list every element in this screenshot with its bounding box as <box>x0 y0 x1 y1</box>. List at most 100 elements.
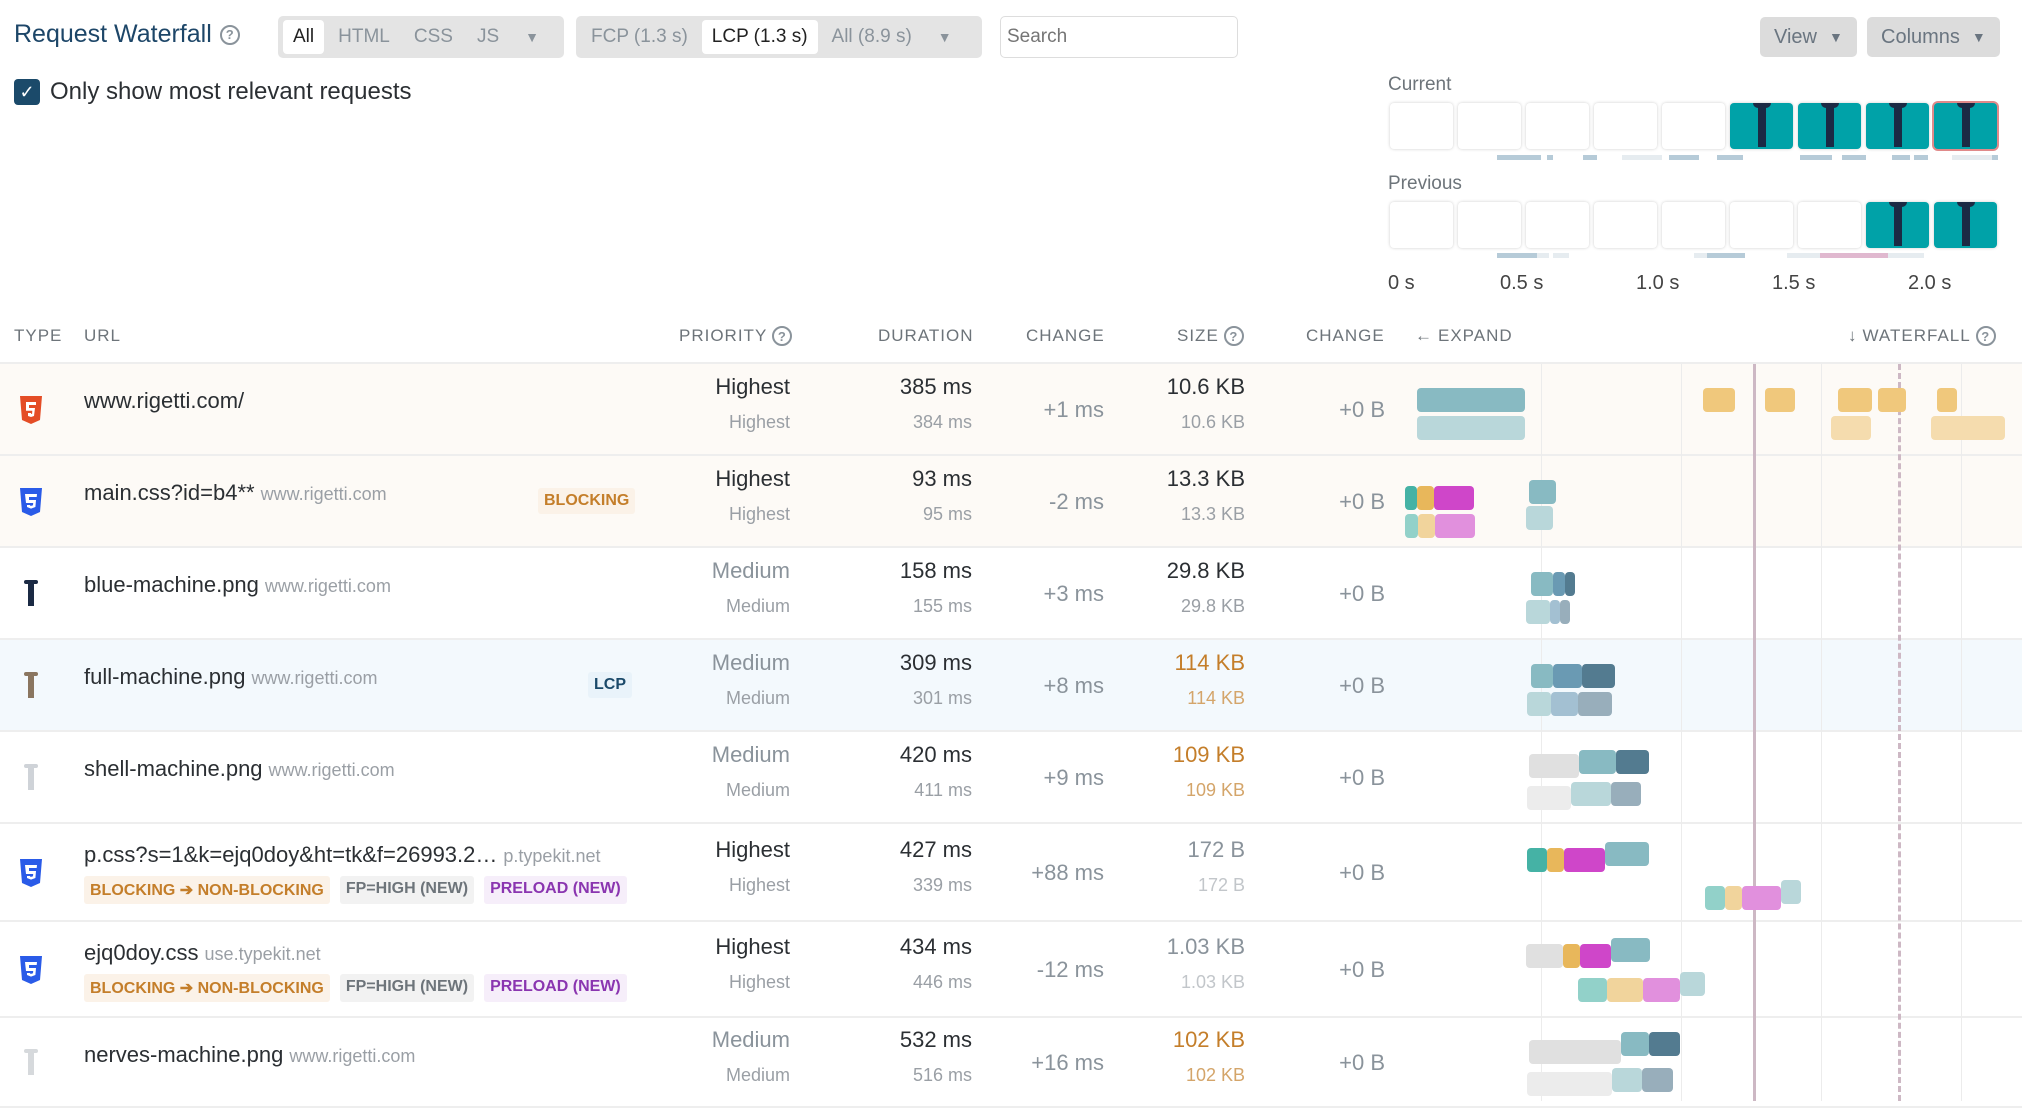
duration-previous: 384 ms <box>912 412 972 432</box>
columns-button[interactable]: Columns ▼ <box>1867 17 2000 57</box>
size-change: +0 B <box>1339 957 1385 982</box>
relevant-requests-checkbox[interactable]: ✓ Only show most relevant requests <box>14 78 412 106</box>
size-change: +0 B <box>1339 581 1385 606</box>
type-filter-js[interactable]: JS <box>467 20 509 54</box>
duration-change: -2 ms <box>1049 489 1104 514</box>
col-url[interactable]: URL <box>84 326 121 346</box>
col-priority[interactable]: PRIORITY? <box>679 326 793 346</box>
priority-previous: Medium <box>725 780 790 800</box>
request-url[interactable]: p.css?s=1&k=ejq0doy&ht=tk&f=26993.2… p.ty… <box>84 842 600 868</box>
type-filter-css[interactable]: CSS <box>404 20 463 54</box>
request-url[interactable]: nerves-machine.png www.rigetti.com <box>84 1042 415 1068</box>
table-row[interactable]: shell-machine.png www.rigetti.com Medium … <box>0 732 2022 824</box>
metric-filter-fcp[interactable]: FCP (1.3 s) <box>581 20 698 54</box>
blocking-badge: BLOCKING <box>538 488 636 514</box>
size-current: 1.03 KB <box>1166 934 1245 959</box>
filmstrip-frame[interactable] <box>1458 202 1521 248</box>
table-row[interactable]: full-machine.png www.rigetti.com LCP Mediu… <box>0 640 2022 732</box>
filmstrip-previous-label: Previous <box>1388 173 1462 194</box>
request-host: www.rigetti.com <box>289 1046 416 1066</box>
filmstrip-frame[interactable] <box>1934 202 1997 248</box>
fetchpriority-tag: FP=HIGH (NEW) <box>339 876 475 904</box>
view-button[interactable]: View ▼ <box>1760 17 1857 57</box>
filmstrip-previous-activity <box>1497 253 1997 258</box>
axis-tick: 0 s <box>1388 272 1415 294</box>
help-icon[interactable]: ? <box>772 326 793 346</box>
priority-previous: Highest <box>728 504 790 524</box>
request-url[interactable]: shell-machine.png www.rigetti.com <box>84 756 395 782</box>
help-icon[interactable]: ? <box>1223 326 1244 346</box>
chevron-down-icon: ▼ <box>1829 29 1843 45</box>
filmstrip-frame[interactable] <box>1662 103 1725 149</box>
help-icon[interactable]: ? <box>219 24 240 45</box>
priority-current: Highest <box>715 934 790 959</box>
metric-filter-dropdown-icon[interactable]: ▼ <box>926 23 968 51</box>
filmstrip-frame[interactable] <box>1390 202 1453 248</box>
priority-previous: Highest <box>728 412 790 432</box>
request-host: use.typekit.net <box>204 944 321 964</box>
metric-filter-all[interactable]: All (8.9 s) <box>822 20 922 54</box>
table-row[interactable]: www.rigetti.com/ Highest Highest 385 ms … <box>0 364 2022 456</box>
col-waterfall[interactable]: ↓ WATERFALL? <box>1848 326 1996 346</box>
size-current: 29.8 KB <box>1166 558 1245 583</box>
filmstrip-current <box>1390 103 1997 149</box>
col-duration[interactable]: DURATION <box>878 326 974 346</box>
request-url[interactable]: full-machine.png www.rigetti.com <box>84 664 377 690</box>
fetchpriority-tag: FP=HIGH (NEW) <box>339 974 475 1002</box>
size-change: +0 B <box>1339 489 1385 514</box>
table-row[interactable]: blue-machine.png www.rigetti.com Medium M… <box>0 548 2022 640</box>
filmstrip-frame[interactable] <box>1390 103 1453 149</box>
size-change: +0 B <box>1339 1050 1385 1075</box>
table-row[interactable]: nerves-machine.png www.rigetti.com Medium… <box>0 1018 2022 1108</box>
duration-change: +9 ms <box>1043 765 1104 790</box>
table-header: TYPE URL PRIORITY? DURATION CHANGE SIZE?… <box>0 322 2022 364</box>
priority-current: Medium <box>711 742 790 767</box>
duration-previous: 339 ms <box>912 875 972 895</box>
type-filter-dropdown-icon[interactable]: ▼ <box>513 23 555 51</box>
html-file-icon <box>18 395 44 425</box>
filmstrip-frame[interactable] <box>1594 202 1657 248</box>
filmstrip-frame[interactable] <box>1798 202 1861 248</box>
duration-change: +1 ms <box>1043 397 1104 422</box>
request-url[interactable]: www.rigetti.com/ <box>84 388 244 414</box>
col-size-change[interactable]: CHANGE <box>1306 326 1385 346</box>
col-change[interactable]: CHANGE <box>1026 326 1105 346</box>
type-filter-all[interactable]: All <box>283 20 325 54</box>
filmstrip-frame[interactable] <box>1866 202 1929 248</box>
priority-current: Medium <box>711 558 790 583</box>
col-type[interactable]: TYPE <box>14 326 62 346</box>
filmstrip-frame[interactable] <box>1526 103 1589 149</box>
duration-current: 309 ms <box>899 650 972 675</box>
request-url[interactable]: main.css?id=b4** www.rigetti.com <box>84 480 387 506</box>
filmstrip-frame[interactable] <box>1866 103 1929 149</box>
filmstrip-frame[interactable] <box>1458 103 1521 149</box>
filmstrip-frame[interactable] <box>1594 103 1657 149</box>
checkbox-checked-icon[interactable]: ✓ <box>14 79 40 105</box>
filmstrip-frame[interactable] <box>1934 103 1997 149</box>
duration-current: 532 ms <box>899 1027 972 1052</box>
table-row[interactable]: main.css?id=b4** www.rigetti.com BLOCKING … <box>0 456 2022 548</box>
type-filter-html[interactable]: HTML <box>328 20 400 54</box>
priority-current: Highest <box>715 837 790 862</box>
table-row[interactable]: p.css?s=1&k=ejq0doy&ht=tk&f=26993.2… p.ty… <box>0 824 2022 922</box>
table-row[interactable]: ejq0doy.css use.typekit.net BLOCKING ➔ NO… <box>0 922 2022 1018</box>
image-file-icon <box>18 579 44 609</box>
image-file-icon <box>18 763 44 793</box>
filmstrip-frame[interactable] <box>1798 103 1861 149</box>
metric-filter-lcp[interactable]: LCP (1.3 s) <box>701 20 818 54</box>
search-input[interactable] <box>1000 16 1238 58</box>
size-change: +0 B <box>1339 860 1385 885</box>
filmstrip-frame[interactable] <box>1730 103 1793 149</box>
request-url[interactable]: blue-machine.png www.rigetti.com <box>84 572 391 598</box>
filmstrip-frame[interactable] <box>1662 202 1725 248</box>
request-tags: BLOCKING ➔ NON-BLOCKING FP=HIGH (NEW) PR… <box>84 974 627 1002</box>
help-icon[interactable]: ? <box>1975 326 1996 346</box>
expand-button[interactable]: ← EXPAND <box>1415 326 1513 346</box>
request-host: www.rigetti.com <box>268 760 395 780</box>
request-url[interactable]: ejq0doy.css use.typekit.net <box>84 940 321 966</box>
col-size[interactable]: SIZE? <box>1177 326 1244 346</box>
duration-change: +88 ms <box>1031 860 1104 885</box>
filmstrip-frame[interactable] <box>1526 202 1589 248</box>
filmstrip-frame[interactable] <box>1730 202 1793 248</box>
duration-previous: 155 ms <box>912 596 972 616</box>
